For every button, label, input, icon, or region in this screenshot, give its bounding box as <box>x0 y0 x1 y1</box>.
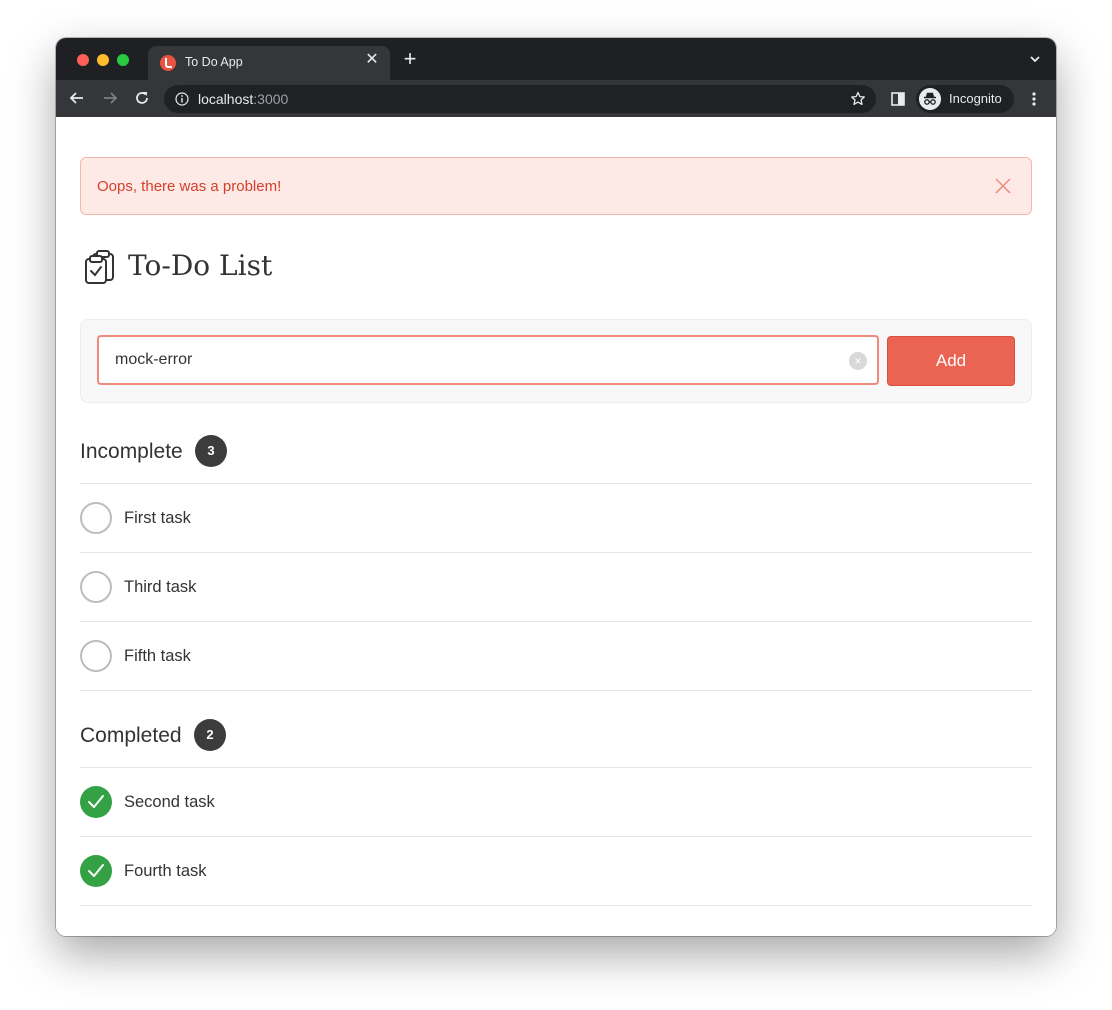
page-title: To-Do List <box>128 249 273 282</box>
alert-close-icon[interactable] <box>995 178 1011 194</box>
alert-message: Oops, there was a problem! <box>97 178 282 195</box>
bookmark-star-icon[interactable] <box>850 91 866 107</box>
completed-section-header: Completed 2 <box>80 719 1032 768</box>
task-checkbox-checked[interactable] <box>80 855 112 887</box>
close-window-button[interactable] <box>77 54 89 66</box>
check-icon <box>88 795 104 808</box>
task-row: Fifth task <box>80 622 1032 691</box>
chevron-down-icon[interactable] <box>1028 52 1042 66</box>
forward-arrow-icon[interactable] <box>101 89 119 107</box>
incomplete-count-badge: 3 <box>195 435 227 467</box>
task-row: First task <box>80 484 1032 553</box>
completed-count-badge: 2 <box>194 719 226 751</box>
clipboard-check-icon <box>85 250 114 284</box>
task-checkbox[interactable] <box>80 571 112 603</box>
add-task-form: × Add <box>80 319 1032 403</box>
reload-icon[interactable] <box>133 89 151 107</box>
url-text: localhost:3000 <box>198 91 288 107</box>
task-label: Second task <box>124 793 215 811</box>
task-label: Fifth task <box>124 647 191 665</box>
task-checkbox[interactable] <box>80 502 112 534</box>
browser-tab[interactable]: To Do App ✕ <box>148 46 390 80</box>
browser-window: To Do App ✕ + localhost:3000 Incognito O… <box>56 38 1056 936</box>
info-icon[interactable] <box>175 92 189 106</box>
minimize-window-button[interactable] <box>97 54 109 66</box>
task-input[interactable] <box>99 337 845 383</box>
task-label: Fourth task <box>124 862 207 880</box>
new-tab-plus-icon[interactable]: + <box>401 48 419 70</box>
side-panel-icon[interactable] <box>891 92 905 106</box>
task-input-wrapper: × <box>97 335 879 385</box>
task-label: Third task <box>124 578 197 596</box>
url-host: localhost <box>198 91 254 107</box>
task-row: Second task <box>80 768 1032 837</box>
completed-title: Completed <box>80 724 182 747</box>
task-row: Third task <box>80 553 1032 622</box>
incomplete-title: Incomplete <box>80 440 183 463</box>
app-favicon-icon <box>160 55 176 71</box>
page-content: Oops, there was a problem! To-Do List × … <box>56 117 1056 936</box>
tab-strip: To Do App ✕ + <box>56 38 1056 80</box>
address-bar[interactable]: localhost:3000 <box>164 85 876 113</box>
more-menu-icon[interactable] <box>1026 91 1042 107</box>
tab-close-icon[interactable]: ✕ <box>364 52 380 68</box>
task-checkbox-checked[interactable] <box>80 786 112 818</box>
incognito-icon <box>919 88 941 110</box>
add-task-button[interactable]: Add <box>887 336 1015 386</box>
error-alert: Oops, there was a problem! <box>80 157 1032 215</box>
back-arrow-icon[interactable] <box>68 89 86 107</box>
check-icon <box>88 864 104 877</box>
browser-toolbar: localhost:3000 Incognito <box>56 80 1056 118</box>
task-label: First task <box>124 509 191 527</box>
task-row: Fourth task <box>80 837 1032 906</box>
task-checkbox[interactable] <box>80 640 112 672</box>
incognito-profile-button[interactable]: Incognito <box>916 85 1014 113</box>
incomplete-section-header: Incomplete 3 <box>80 435 1032 484</box>
incognito-label: Incognito <box>949 91 1002 106</box>
clear-input-icon[interactable]: × <box>849 352 867 370</box>
url-port: :3000 <box>253 91 289 107</box>
tab-title: To Do App <box>185 55 243 69</box>
maximize-window-button[interactable] <box>117 54 129 66</box>
